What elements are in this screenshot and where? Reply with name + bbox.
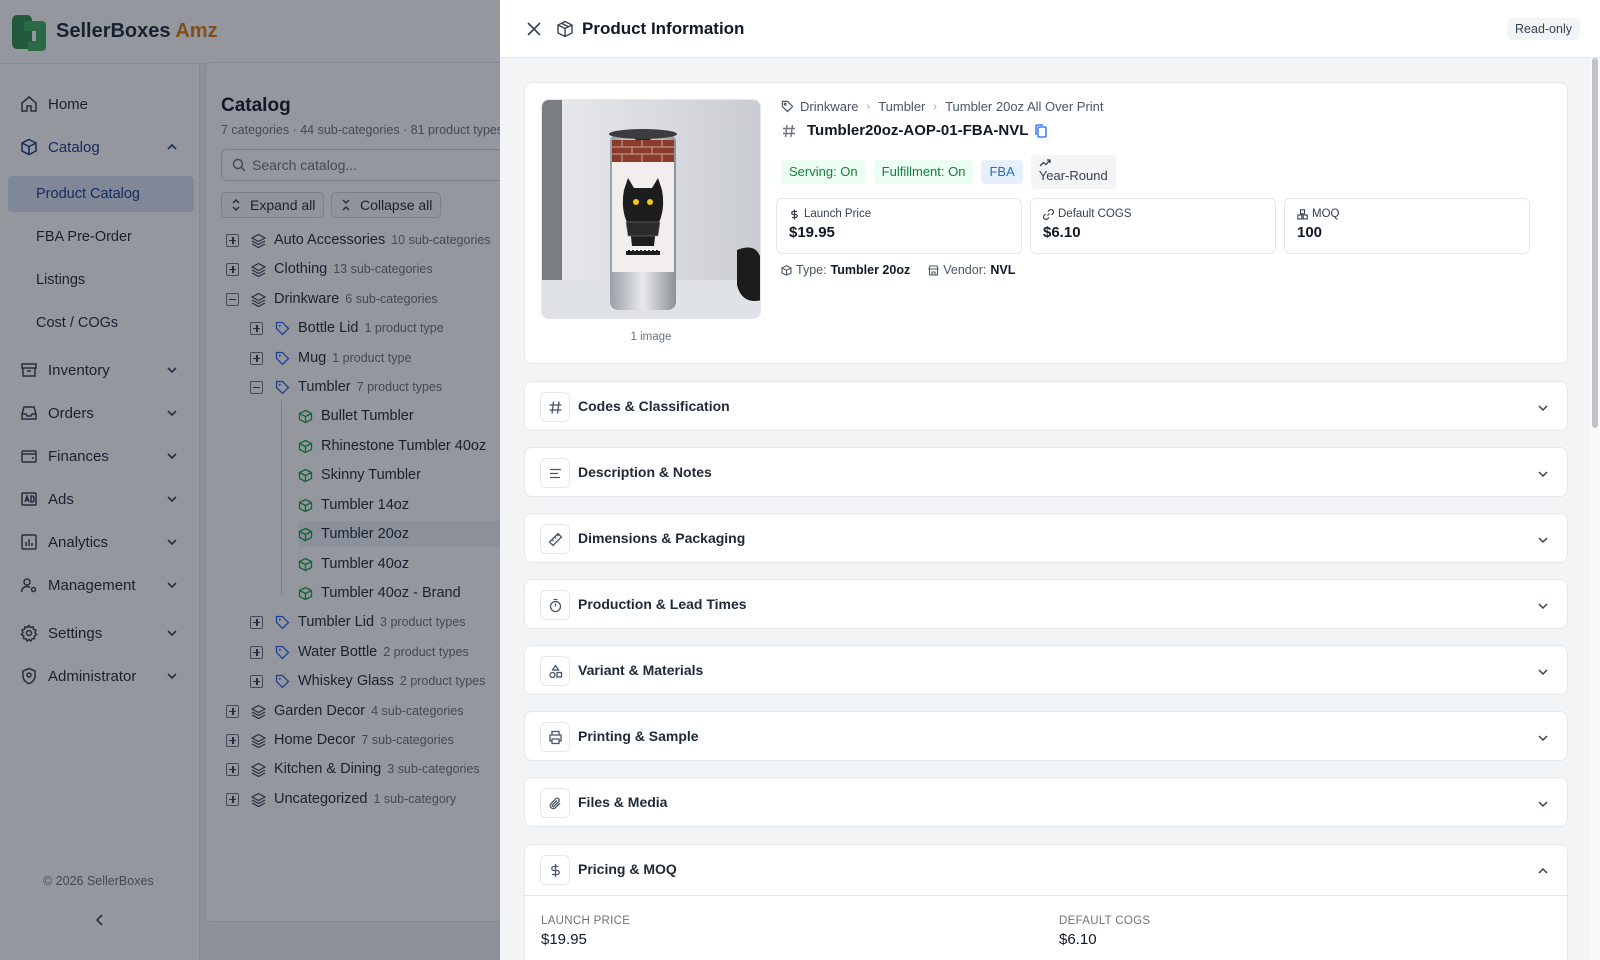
breadcrumb-item[interactable]: Drinkware (800, 99, 859, 114)
section-production-lead-times[interactable]: Production & Lead Times (524, 579, 1568, 629)
package-icon (557, 20, 573, 38)
chevron-down-icon (1538, 801, 1548, 808)
sku-row: Tumbler20oz-AOP-01-FBA-NVL (781, 122, 1048, 139)
metric-launch-price: Launch Price $19.95 (776, 198, 1022, 254)
default-cogs-field: DEFAULT COGS $6.10 (1059, 915, 1151, 948)
chevron-down-icon (1538, 603, 1548, 610)
section-codes-classification[interactable]: Codes & Classification (524, 381, 1568, 431)
timer-icon (549, 598, 561, 612)
metric-moq: MOQ 100 (1284, 198, 1530, 254)
breadcrumb-item[interactable]: Tumbler (878, 99, 925, 114)
tag-icon (781, 100, 794, 113)
serving-badge: Serving: On (781, 160, 866, 184)
dollar-icon (550, 863, 560, 877)
scrollbar-thumb[interactable] (1592, 58, 1598, 428)
paperclip-icon (549, 797, 560, 809)
section-pricing-moq: Pricing & MOQ LAUNCH PRICE $19.95 DEFAUL… (524, 844, 1568, 960)
dollar-icon (791, 209, 798, 219)
chevron-down-icon (1538, 735, 1548, 742)
product-image[interactable] (541, 99, 761, 319)
chevron-down-icon (1538, 471, 1548, 478)
drawer-title: Product Information (582, 19, 745, 38)
launch-price-field: LAUNCH PRICE $19.95 (541, 915, 631, 948)
image-count: 1 image (630, 331, 672, 343)
text-lines-icon (549, 468, 561, 478)
chevron-up-icon (1538, 867, 1548, 874)
breadcrumb-item: Tumbler 20oz All Over Print (945, 99, 1104, 114)
metric-default-cogs: Default COGS $6.10 (1030, 198, 1276, 254)
close-icon[interactable] (526, 21, 542, 37)
channel-badge: FBA (981, 160, 1023, 184)
breadcrumb-separator: › (866, 100, 871, 113)
trending-up-icon (1039, 159, 1051, 167)
hash-icon (549, 400, 561, 414)
package-icon (781, 264, 792, 276)
shapes-icon (548, 663, 562, 678)
chevron-down-icon (1538, 405, 1548, 412)
store-icon (928, 264, 939, 276)
hash-icon (783, 124, 795, 137)
read-only-badge: Read-only (1507, 18, 1580, 40)
section-files-media[interactable]: Files & Media (524, 777, 1568, 827)
divider (525, 895, 1567, 896)
product-drawer: Product Information Read-only 1 image Dr… (500, 0, 1600, 960)
product-summary-card: 1 image Drinkware › Tumbler › Tumbler 20… (524, 82, 1568, 364)
fulfillment-badge: Fulfillment: On (873, 160, 974, 184)
tumbler-photo (542, 100, 760, 318)
status-badges: Serving: On Fulfillment: On FBA Year-Rou… (781, 155, 1124, 189)
season-badge: Year-Round (1030, 155, 1116, 189)
ruler-icon (548, 532, 562, 546)
breadcrumb-separator: › (933, 100, 938, 113)
breadcrumb: Drinkware › Tumbler › Tumbler 20oz All O… (781, 99, 1104, 114)
vendor-value: NVL (990, 263, 1016, 277)
copy-icon[interactable] (1034, 123, 1048, 138)
pricing-header[interactable]: Pricing & MOQ (525, 845, 1567, 895)
drawer-header: Product Information Read-only (500, 0, 1600, 58)
sku-value: Tumbler20oz-AOP-01-FBA-NVL (807, 122, 1029, 139)
chevron-down-icon (1538, 669, 1548, 676)
link-icon (1043, 208, 1054, 220)
chevron-down-icon (1538, 537, 1548, 544)
type-vendor-row: Type: Tumbler 20oz Vendor: NVL (781, 263, 1033, 277)
printer-icon (548, 730, 562, 744)
boxes-icon (1297, 208, 1308, 220)
section-description-notes[interactable]: Description & Notes (524, 447, 1568, 497)
section-dimensions-packaging[interactable]: Dimensions & Packaging (524, 513, 1568, 563)
drawer-scrollbar[interactable] (1590, 58, 1600, 960)
type-value: Tumbler 20oz (830, 263, 911, 277)
section-variant-materials[interactable]: Variant & Materials (524, 645, 1568, 695)
section-printing-sample[interactable]: Printing & Sample (524, 711, 1568, 761)
